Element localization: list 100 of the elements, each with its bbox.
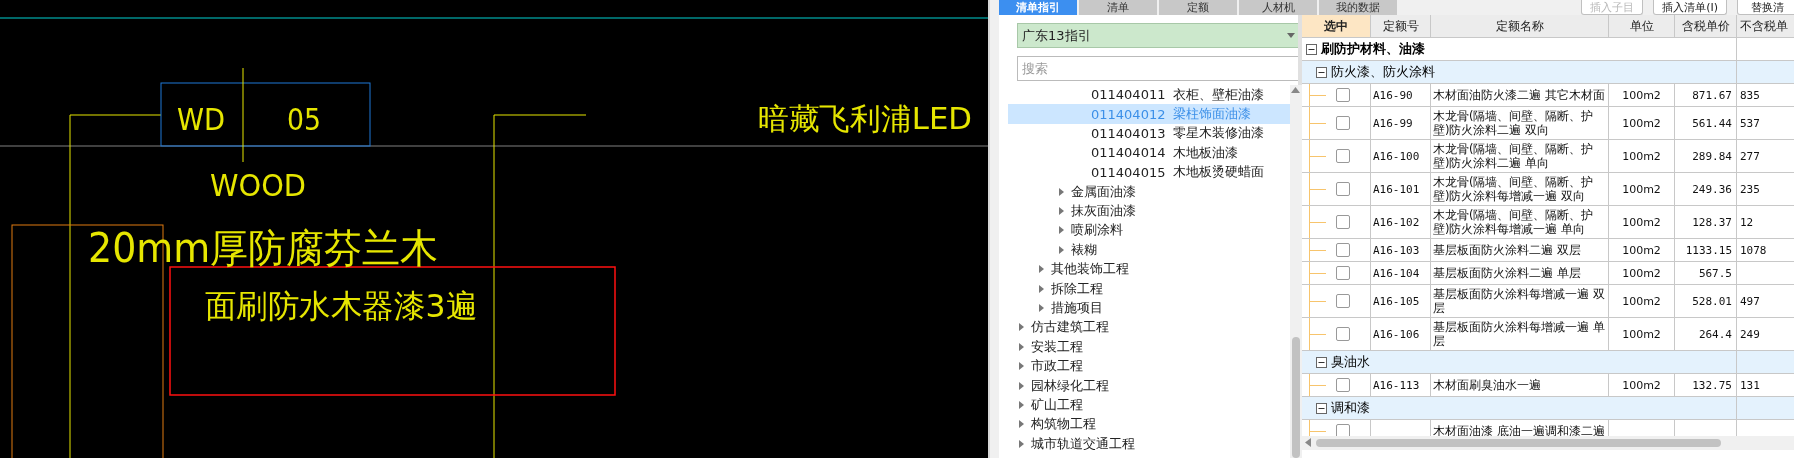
tree-item[interactable]: 抹灰面油漆 (1008, 201, 1290, 221)
tree-line (1310, 333, 1326, 335)
table-cell: 100m2 (1609, 285, 1675, 317)
tab[interactable]: 人材机 (1239, 0, 1317, 15)
table-cell: 264.4 (1675, 318, 1737, 350)
table-cell: A16-104 (1371, 262, 1431, 284)
dropdown-arrow-icon (1287, 33, 1295, 38)
table-cell: A16-106 (1371, 318, 1431, 350)
table-cell: 100m2 (1609, 262, 1675, 284)
tree-item[interactable]: 011404014 木地板油漆 (1008, 143, 1290, 163)
collapse-icon[interactable] (1306, 43, 1317, 55)
tree-item[interactable]: 园林绿化工程 (1008, 375, 1290, 396)
expand-arrow-icon (1016, 399, 1026, 410)
checkbox[interactable] (1336, 149, 1350, 163)
expand-arrow-icon (1036, 283, 1046, 294)
drawing-label: 05 (287, 102, 326, 137)
table-cell: 100m2 (1609, 84, 1675, 106)
tree-item[interactable]: 011404011 衣柜、壁柜油漆 (1008, 85, 1290, 105)
table-cell-text: 235 (1739, 181, 1761, 198)
table-cell: 100m2 (1609, 239, 1675, 261)
expand-arrow-icon (1016, 380, 1026, 391)
checkbox[interactable] (1336, 116, 1350, 130)
tab[interactable]: 清单 (1079, 0, 1157, 15)
checkbox[interactable] (1336, 182, 1350, 196)
table-cell: A16-100 (1371, 140, 1431, 172)
tree-line (1310, 188, 1326, 190)
tree-item[interactable]: 城市轨道交通工程 (1008, 434, 1290, 454)
table-cell: 木龙骨(隔墙、间壁、隔断、护壁)防火涂料二遍 单向 (1431, 140, 1609, 172)
drawing-label: 20mm厚防腐芬兰木 (88, 225, 457, 271)
tree-item[interactable]: 喷刷涂料 (1008, 220, 1290, 241)
group-label: 防火漆、防火涂料 (1331, 63, 1435, 81)
table-cell: 基层板面防火涂料二遍 单层 (1431, 262, 1609, 284)
expand-arrow-icon (1056, 244, 1066, 255)
table-cell: 567.5 (1675, 262, 1737, 284)
table-cell: 木材面油防火漆二遍 其它木材面 (1431, 84, 1609, 106)
tree-item[interactable]: 其他装饰工程 (1008, 259, 1290, 279)
table-cell: A16-103 (1371, 239, 1431, 261)
column-header[interactable]: 选中 (1302, 15, 1371, 38)
expand-arrow-icon (1016, 322, 1026, 333)
checkbox[interactable] (1336, 88, 1350, 102)
table-cell-text: 249 (1739, 326, 1761, 343)
expand-arrow-icon (1016, 361, 1026, 372)
table-cell: A16-113 (1371, 374, 1431, 396)
table-cell-text: 835 (1739, 87, 1761, 104)
tree-item[interactable]: 措施项目 (1008, 298, 1290, 318)
scroll-thumb[interactable] (1316, 439, 1721, 447)
collapse-icon[interactable] (1316, 66, 1327, 78)
table-cell-text: 277 (1739, 148, 1761, 165)
tree-item[interactable]: 裱糊 (1008, 240, 1290, 260)
table-cell: 木材面刷臭油水一遍 (1431, 374, 1609, 396)
checkbox[interactable] (1336, 266, 1350, 280)
table-cell: 561.44 (1675, 107, 1737, 139)
tab[interactable]: 我的数据 (1319, 0, 1397, 15)
checkbox[interactable] (1336, 243, 1350, 257)
table-cell: 249.36 (1675, 173, 1737, 205)
group-label: 臭油水 (1331, 353, 1370, 371)
drawing-label: 暗藏飞利浦LED (758, 101, 967, 136)
table-cell: 基层板面防火涂料每增减一遍 双层 (1431, 285, 1609, 317)
scroll-thumb[interactable] (1292, 337, 1300, 458)
checkbox[interactable] (1336, 215, 1350, 229)
tree-item[interactable]: 市政工程 (1008, 356, 1290, 376)
tree-line (1310, 94, 1326, 96)
toolbar-button[interactable]: 替换清 (1737, 0, 1794, 15)
table-cell: 1133.15 (1675, 239, 1737, 261)
tree-item[interactable]: 矿山工程 (1008, 395, 1290, 415)
tree-item[interactable]: 011404015 木地板烫硬蜡面 (1008, 162, 1290, 182)
checkbox[interactable] (1336, 327, 1350, 341)
table-cell: 128.37 (1675, 206, 1737, 238)
table-cell: 100m2 (1609, 318, 1675, 350)
checkbox[interactable] (1336, 294, 1350, 308)
table-cell: 木龙骨(隔墙、间壁、隔断、护壁)防火涂料二遍 双向 (1431, 107, 1609, 139)
table-cell: 528.01 (1675, 285, 1737, 317)
collapse-icon[interactable] (1316, 402, 1327, 414)
tree-line (1310, 300, 1326, 302)
table-cell: 基层板面防火涂料每增减一遍 单层 (1431, 318, 1609, 350)
tree-item[interactable]: 011404013 零星木装修油漆 (1008, 123, 1290, 144)
checkbox[interactable] (1336, 378, 1350, 392)
scrollbar[interactable] (1290, 85, 1302, 458)
checkbox[interactable] (1336, 424, 1350, 436)
table-cell: 100m2 (1609, 374, 1675, 396)
tab[interactable]: 定额 (1159, 0, 1237, 15)
collapse-icon[interactable] (1316, 356, 1327, 368)
expand-arrow-icon (1056, 186, 1066, 197)
tree-item[interactable]: 构筑物工程 (1008, 414, 1290, 435)
tree-item[interactable]: 拆除工程 (1008, 278, 1290, 299)
tree-line (1310, 221, 1326, 223)
tree-item[interactable]: 安装工程 (1008, 337, 1290, 357)
group-row[interactable]: 刷防护材料、油漆 (1302, 38, 1737, 60)
tree-item[interactable]: 金属面油漆 (1008, 181, 1290, 202)
tree-item[interactable]: 仿古建筑工程 (1008, 317, 1290, 338)
table-cell: 100m2 (1609, 140, 1675, 172)
tree-line (1310, 430, 1326, 432)
tree-line (1310, 155, 1326, 157)
table-cell: 100m2 (1609, 173, 1675, 205)
scrollbar[interactable] (1302, 436, 1794, 450)
drawing-label: WOOD (210, 168, 310, 203)
toolbar-button[interactable]: 插入清单(I) (1653, 0, 1727, 15)
expand-arrow-icon (1056, 225, 1066, 236)
scroll-left-arrow-icon (1305, 438, 1311, 447)
expand-arrow-icon (1036, 264, 1046, 275)
